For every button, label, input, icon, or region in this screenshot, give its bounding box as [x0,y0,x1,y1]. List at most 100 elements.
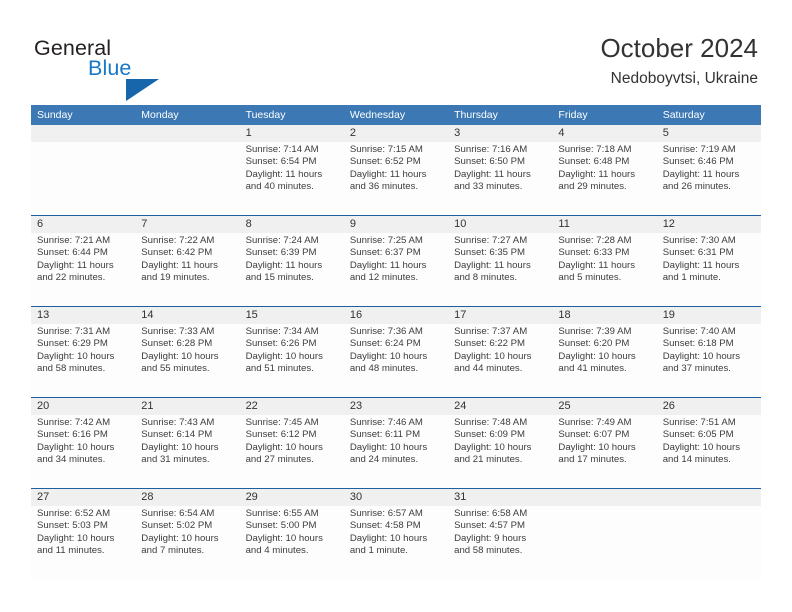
day-number[interactable]: 6 [31,216,135,233]
day-number[interactable]: 1 [240,125,344,142]
day-number[interactable]: 20 [31,398,135,415]
day-cell[interactable]: Sunrise: 7:28 AM Sunset: 6:33 PM Daylight:… [552,233,656,306]
sunset-text: Sunset: 6:24 PM [349,338,421,350]
day-cell[interactable]: Sunrise: 6:52 AM Sunset: 5:03 PM Daylight:… [31,506,135,579]
day-cell[interactable]: Sunrise: 7:46 AM Sunset: 6:11 PM Daylight:… [344,415,448,488]
day-cell[interactable]: Sunrise: 7:18 AM Sunset: 6:48 PM Daylight:… [552,142,656,215]
day-number[interactable]: 19 [657,307,761,324]
day-number-empty [552,489,656,506]
daylight-text: and 40 minutes. [245,181,314,193]
day-cell[interactable]: Sunrise: 7:45 AM Sunset: 6:12 PM Daylight:… [240,415,344,488]
week-detail-row: Sunrise: 6:52 AM Sunset: 5:03 PM Daylight:… [31,506,761,579]
day-cell[interactable]: Sunrise: 7:24 AM Sunset: 6:39 PM Daylight:… [240,233,344,306]
calendar-week-row: 20 21 22 23 24 25 26 Sunrise: 7:42 AM Sunset: 6:… [31,397,761,488]
day-cell[interactable]: Sunrise: 6:54 AM Sunset: 5:02 PM Daylight:… [135,506,239,579]
daylight-text: and 26 minutes. [662,181,731,193]
day-number[interactable]: 27 [31,489,135,506]
daylight-text: and 44 minutes. [454,363,523,375]
day-number[interactable]: 22 [240,398,344,415]
day-number[interactable]: 11 [552,216,656,233]
day-number[interactable]: 30 [344,489,448,506]
day-cell[interactable]: Sunrise: 7:30 AM Sunset: 6:31 PM Daylight:… [657,233,761,306]
day-number[interactable]: 2 [344,125,448,142]
day-cell[interactable]: Sunrise: 7:36 AM Sunset: 6:24 PM Daylight:… [344,324,448,397]
day-cell[interactable]: Sunrise: 7:34 AM Sunset: 6:26 PM Daylight:… [240,324,344,397]
day-number[interactable]: 14 [135,307,239,324]
day-number[interactable]: 16 [344,307,448,324]
daylight-text: and 21 minutes. [454,454,523,466]
day-number[interactable]: 7 [135,216,239,233]
day-number[interactable]: 28 [135,489,239,506]
day-cell[interactable]: Sunrise: 7:21 AM Sunset: 6:44 PM Daylight:… [31,233,135,306]
day-cell[interactable]: Sunrise: 7:15 AM Sunset: 6:52 PM Daylight:… [344,142,448,215]
calendar-page: General Blue October 2024 Nedoboyvtsi, U… [0,0,792,612]
day-cell[interactable]: Sunrise: 7:27 AM Sunset: 6:35 PM Daylight:… [448,233,552,306]
day-cell[interactable]: Sunrise: 7:51 AM Sunset: 6:05 PM Daylight:… [657,415,761,488]
day-cell[interactable]: Sunrise: 7:39 AM Sunset: 6:20 PM Daylight:… [552,324,656,397]
sunset-text: Sunset: 6:05 PM [662,429,734,441]
day-of-week-tuesday: Tuesday [245,109,286,121]
day-cell[interactable]: Sunrise: 7:40 AM Sunset: 6:18 PM Daylight:… [657,324,761,397]
day-number[interactable]: 9 [344,216,448,233]
logo-text-blue: Blue [88,56,132,80]
day-cell[interactable]: Sunrise: 7:19 AM Sunset: 6:46 PM Daylight:… [657,142,761,215]
day-number[interactable]: 10 [448,216,552,233]
day-cell[interactable]: Sunrise: 7:25 AM Sunset: 6:37 PM Daylight:… [344,233,448,306]
daylight-text: and 1 minute. [662,272,721,284]
day-number[interactable]: 24 [448,398,552,415]
day-cell[interactable]: Sunrise: 6:55 AM Sunset: 5:00 PM Daylight:… [240,506,344,579]
day-cell[interactable]: Sunrise: 7:22 AM Sunset: 6:42 PM Daylight:… [135,233,239,306]
day-number[interactable]: 29 [240,489,344,506]
day-number[interactable]: 31 [448,489,552,506]
title-block: October 2024 Nedoboyvtsi, Ukraine [600,32,758,90]
calendar-week-row: 13 14 15 16 17 18 19 Sunrise: 7:31 AM Sunset: 6:… [31,306,761,397]
day-cell[interactable]: Sunrise: 7:37 AM Sunset: 6:22 PM Daylight:… [448,324,552,397]
daylight-text: Daylight: 10 hours [349,441,428,453]
day-cell[interactable]: Sunrise: 7:42 AM Sunset: 6:16 PM Daylight:… [31,415,135,488]
sunset-text: Sunset: 6:44 PM [37,247,108,259]
sunset-text: Sunset: 6:52 PM [349,156,421,168]
sunset-text: Sunset: 4:57 PM [454,520,526,532]
general-blue-logo[interactable]: General Blue [34,36,214,101]
day-cell[interactable]: Sunrise: 7:31 AM Sunset: 6:29 PM Daylight:… [31,324,135,397]
sunset-text: Sunset: 6:28 PM [141,338,213,350]
day-cell-empty [552,506,656,579]
day-number[interactable]: 4 [552,125,656,142]
day-cell[interactable]: Sunrise: 6:57 AM Sunset: 4:58 PM Daylight:… [344,506,448,579]
sunrise-text: Sunrise: 7:22 AM [141,235,215,246]
week-date-numbers: 6 7 8 9 10 11 12 [31,216,761,233]
day-number[interactable]: 21 [135,398,239,415]
day-number[interactable]: 25 [552,398,656,415]
day-number[interactable]: 17 [448,307,552,324]
sunrise-text: Sunrise: 7:18 AM [558,144,632,155]
day-number[interactable]: 8 [240,216,344,233]
sunrise-text: Sunrise: 7:39 AM [558,326,632,337]
day-number-empty [657,489,761,506]
day-number[interactable]: 23 [344,398,448,415]
day-cell[interactable]: Sunrise: 7:14 AM Sunset: 6:54 PM Daylight:… [240,142,344,215]
day-cell[interactable]: Sunrise: 7:43 AM Sunset: 6:14 PM Daylight:… [135,415,239,488]
sunset-text: Sunset: 6:39 PM [245,247,317,259]
sunrise-text: Sunrise: 7:33 AM [141,326,215,337]
day-cell[interactable]: Sunrise: 7:49 AM Sunset: 6:07 PM Daylight:… [552,415,656,488]
sunrise-text: Sunrise: 7:40 AM [662,326,736,337]
daylight-text: and 55 minutes. [141,363,210,375]
daylight-text: and 33 minutes. [454,181,523,193]
sunrise-text: Sunrise: 6:57 AM [349,508,423,519]
daylight-text: Daylight: 11 hours [245,259,323,271]
day-number[interactable]: 26 [657,398,761,415]
day-number[interactable]: 15 [240,307,344,324]
day-number[interactable]: 18 [552,307,656,324]
sunset-text: Sunset: 6:16 PM [37,429,108,441]
day-number[interactable]: 13 [31,307,135,324]
day-number[interactable]: 12 [657,216,761,233]
sunset-text: Sunset: 5:02 PM [141,520,213,532]
day-number[interactable]: 5 [657,125,761,142]
day-cell[interactable]: Sunrise: 7:48 AM Sunset: 6:09 PM Daylight:… [448,415,552,488]
day-cell[interactable]: Sunrise: 6:58 AM Sunset: 4:57 PM Daylight:… [448,506,552,579]
day-cell[interactable]: Sunrise: 7:33 AM Sunset: 6:28 PM Daylight:… [135,324,239,397]
day-cell-empty [657,506,761,579]
day-number[interactable]: 3 [448,125,552,142]
daylight-text: Daylight: 10 hours [245,441,323,453]
day-cell[interactable]: Sunrise: 7:16 AM Sunset: 6:50 PM Daylight:… [448,142,552,215]
